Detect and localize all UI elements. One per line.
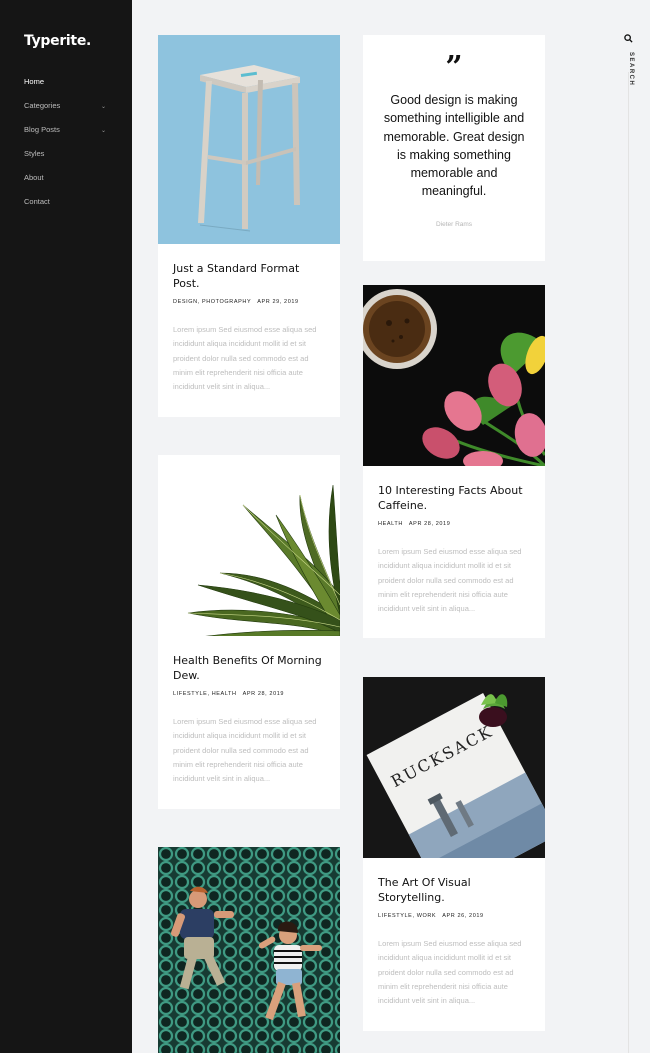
nav-label: Blog Posts xyxy=(24,125,60,134)
post-thumbnail[interactable] xyxy=(158,35,340,244)
chevron-down-icon: ⌄ xyxy=(100,128,106,134)
post-thumbnail[interactable]: RUCKSACK xyxy=(363,677,545,858)
nav-label: Categories xyxy=(24,101,61,110)
quote-icon: ” xyxy=(445,50,463,85)
jumping-people-image xyxy=(158,847,340,1053)
site-logo[interactable]: Typerite. xyxy=(24,33,91,49)
post-title[interactable]: 10 Interesting Facts About Caffeine. xyxy=(378,483,530,513)
post-excerpt: Lorem ipsum Sed eiusmod esse aliqua sed … xyxy=(378,939,522,1006)
post-date: APR 29, 2019 xyxy=(257,299,299,305)
nav-label: Contact xyxy=(24,197,50,206)
post-title[interactable]: Health Benefits Of Morning Dew. xyxy=(173,653,325,683)
quote-author: Dieter Rams xyxy=(435,221,473,228)
post-card: Just a Standard Format Post. DESIGN, PHO… xyxy=(158,35,340,417)
post-thumbnail[interactable] xyxy=(363,285,545,466)
post-title[interactable]: The Art Of Visual Storytelling. xyxy=(378,875,530,905)
post-excerpt: Lorem ipsum Sed eiusmod esse aliqua sed … xyxy=(378,547,522,614)
post-categories[interactable]: HEALTH xyxy=(378,521,403,527)
nav-item-home[interactable]: Home xyxy=(0,76,132,100)
post-categories[interactable]: LIFESTYLE, HEALTH xyxy=(173,691,237,697)
quote-card: ” Good design is making something intell… xyxy=(363,35,545,261)
post-date: APR 28, 2019 xyxy=(242,691,285,697)
post-excerpt: Lorem ipsum Sed eiusmod esse aliqua sed … xyxy=(173,717,317,784)
magazine-image: RUCKSACK xyxy=(363,677,545,858)
post-thumbnail[interactable] xyxy=(158,455,340,636)
post-meta: LIFESTYLE, HEALTH APR 28, 2019 xyxy=(173,691,325,697)
search-rail-divider xyxy=(628,72,629,1053)
coffee-tulips-image xyxy=(363,285,545,466)
sidebar: Typerite. Home Categories ⌄ Blog Posts ⌄ S… xyxy=(0,0,132,1053)
nav-item-blog-posts[interactable]: Blog Posts ⌄ xyxy=(0,124,132,148)
post-meta: LIFESTYLE, WORK APR 26, 2019 xyxy=(378,913,530,919)
post-date: APR 26, 2019 xyxy=(442,913,484,919)
post-card: Health Benefits Of Morning Dew. LIFESTYL… xyxy=(158,455,340,809)
post-thumbnail[interactable] xyxy=(158,847,340,1053)
nav-item-contact[interactable]: Contact xyxy=(0,196,132,220)
nav-label: About xyxy=(24,173,44,182)
post-meta: HEALTH APR 28, 2019 xyxy=(378,521,530,527)
post-date: APR 28, 2019 xyxy=(408,521,451,527)
post-meta: DESIGN, PHOTOGRAPHY APR 29, 2019 xyxy=(173,299,325,305)
nav-label: Home xyxy=(24,77,45,86)
search-icon[interactable] xyxy=(624,34,633,43)
post-categories[interactable]: DESIGN, PHOTOGRAPHY xyxy=(173,299,251,305)
plant-image xyxy=(158,455,340,636)
nav-label: Styles xyxy=(24,149,45,158)
quote-text: Good design is making something intellig… xyxy=(383,93,525,199)
post-card xyxy=(158,847,340,1053)
post-categories[interactable]: LIFESTYLE, WORK xyxy=(378,913,436,919)
post-card: RUCKSACK The Art Of Visual Storytelling.… xyxy=(363,677,545,1031)
post-excerpt: Lorem ipsum Sed eiusmod esse aliqua sed … xyxy=(173,325,317,392)
nav-item-styles[interactable]: Styles xyxy=(0,148,132,172)
post-card: 10 Interesting Facts About Caffeine. HEA… xyxy=(363,285,545,638)
stool-image xyxy=(158,35,340,244)
nav-item-about[interactable]: About xyxy=(0,172,132,196)
main-nav: Home Categories ⌄ Blog Posts ⌄ Styles Abou… xyxy=(0,76,132,220)
chevron-down-icon: ⌄ xyxy=(100,104,106,110)
nav-item-categories[interactable]: Categories ⌄ xyxy=(0,100,132,124)
post-title[interactable]: Just a Standard Format Post. xyxy=(173,261,325,291)
